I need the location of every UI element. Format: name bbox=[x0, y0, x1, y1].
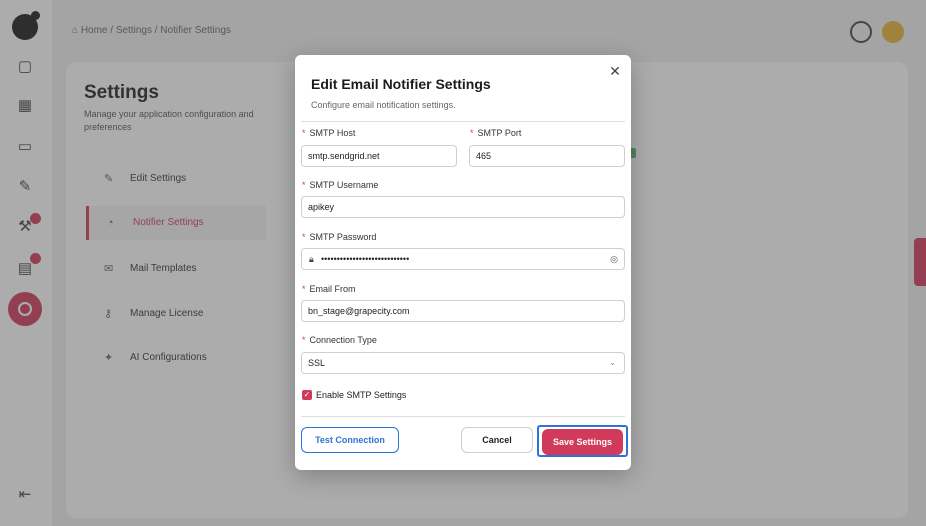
test-connection-button[interactable]: Test Connection bbox=[301, 427, 399, 453]
save-button-focus-ring: Save Settings bbox=[537, 425, 628, 457]
lock-icon: 🔒︎ bbox=[309, 254, 314, 264]
email-from-input[interactable]: bn_stage@grapecity.com bbox=[301, 300, 625, 322]
eye-off-icon[interactable]: ◎ bbox=[610, 249, 618, 269]
required-marker: * bbox=[302, 335, 306, 345]
email-from-label-text: Email From bbox=[309, 284, 356, 294]
required-marker: * bbox=[302, 128, 306, 138]
close-icon[interactable]: ✕ bbox=[607, 63, 623, 79]
password-value: •••••••••••••••••••••••••••• bbox=[321, 254, 410, 264]
enable-smtp-label: Enable SMTP Settings bbox=[316, 390, 407, 400]
required-marker: * bbox=[302, 284, 306, 294]
connection-type-label-text: Connection Type bbox=[309, 335, 377, 345]
header-divider bbox=[301, 121, 625, 122]
edit-email-notifier-dialog: Edit Email Notifier Settings Configure e… bbox=[295, 55, 631, 470]
required-marker: * bbox=[302, 180, 306, 190]
smtp-host-label-text: SMTP Host bbox=[309, 128, 356, 138]
dialog-title: Edit Email Notifier Settings bbox=[311, 76, 491, 92]
connection-type-label: * Connection Type bbox=[302, 335, 377, 345]
required-marker: * bbox=[470, 128, 474, 138]
smtp-password-input[interactable]: 🔒︎ •••••••••••••••••••••••••••• ◎ bbox=[301, 248, 625, 270]
smtp-port-label: * SMTP Port bbox=[470, 128, 521, 138]
smtp-username-label: * SMTP Username bbox=[302, 180, 378, 190]
enable-smtp-checkbox[interactable]: ✓ bbox=[302, 390, 312, 400]
smtp-username-input[interactable]: apikey bbox=[301, 196, 625, 218]
email-from-label: * Email From bbox=[302, 284, 356, 294]
smtp-host-label: * SMTP Host bbox=[302, 128, 355, 138]
smtp-password-label: * SMTP Password bbox=[302, 232, 376, 242]
smtp-port-input[interactable]: 465 bbox=[469, 145, 625, 167]
connection-type-value: SSL bbox=[308, 358, 326, 368]
dialog-subtitle: Configure email notification settings. bbox=[311, 100, 456, 110]
footer-divider bbox=[301, 416, 625, 417]
chevron-down-icon: ⌄ bbox=[609, 358, 616, 367]
required-marker: * bbox=[302, 232, 306, 242]
smtp-host-input[interactable]: smtp.sendgrid.net bbox=[301, 145, 457, 167]
smtp-port-label-text: SMTP Port bbox=[477, 128, 522, 138]
connection-type-select[interactable]: SSL ⌄ bbox=[301, 352, 625, 374]
save-settings-button[interactable]: Save Settings bbox=[542, 429, 623, 455]
cancel-button[interactable]: Cancel bbox=[461, 427, 533, 453]
smtp-password-label-text: SMTP Password bbox=[309, 232, 377, 242]
smtp-username-label-text: SMTP Username bbox=[309, 180, 379, 190]
